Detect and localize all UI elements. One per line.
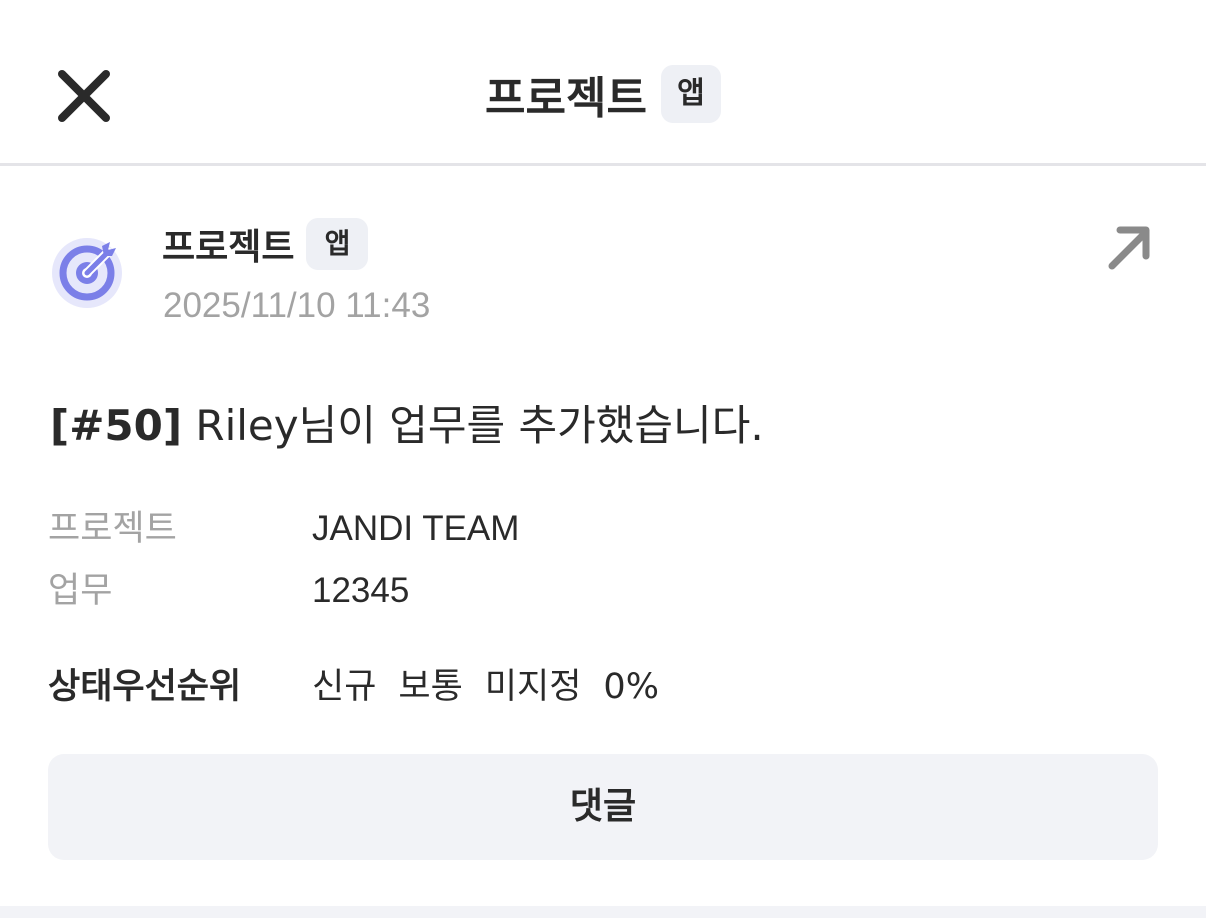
sender-app-badge: 앱 [306,218,369,270]
app-badge: 앱 [660,65,721,123]
bottom-divider [0,906,1206,918]
message-timestamp: 2025/11/10 11:43 [163,286,431,325]
task-label: 업무 [48,571,113,611]
sender-name: 프로젝트 [162,227,295,268]
project-label: 프로젝트 [48,509,177,549]
header-bar: 프로젝트 앱 [0,0,1206,166]
sender-row: 프로젝트 앱 [162,218,369,270]
header-title-group: 프로젝트 앱 [0,62,1206,126]
priority-normal: 보통 [398,667,463,707]
avatar[interactable] [50,236,124,310]
message-text: [#50] Riley님이 업무를 추가했습니다. [50,392,764,453]
page-title: 프로젝트 [485,73,647,124]
status-new: 신규 [312,667,377,707]
task-value: 12345 [312,571,410,610]
task-field: 업무 12345 [48,562,409,613]
comment-button[interactable]: 댓글 [48,754,1158,860]
message-body: Riley님이 업무를 추가했습니다. [182,401,764,450]
progress-percent: 0% [603,667,659,707]
arrow-up-right-icon [1108,226,1150,270]
assignee-unassigned: 미지정 [484,667,582,707]
open-external-button[interactable] [1104,222,1154,272]
project-value: JANDI TEAM [312,509,520,548]
status-field: 상태우선순위 신규 보통 미지정 0% [48,658,681,709]
project-field: 프로젝트 JANDI TEAM [48,500,519,551]
status-label: 상태우선순위 [48,667,242,707]
target-icon [52,238,122,308]
message-tag: [#50] [50,401,183,450]
